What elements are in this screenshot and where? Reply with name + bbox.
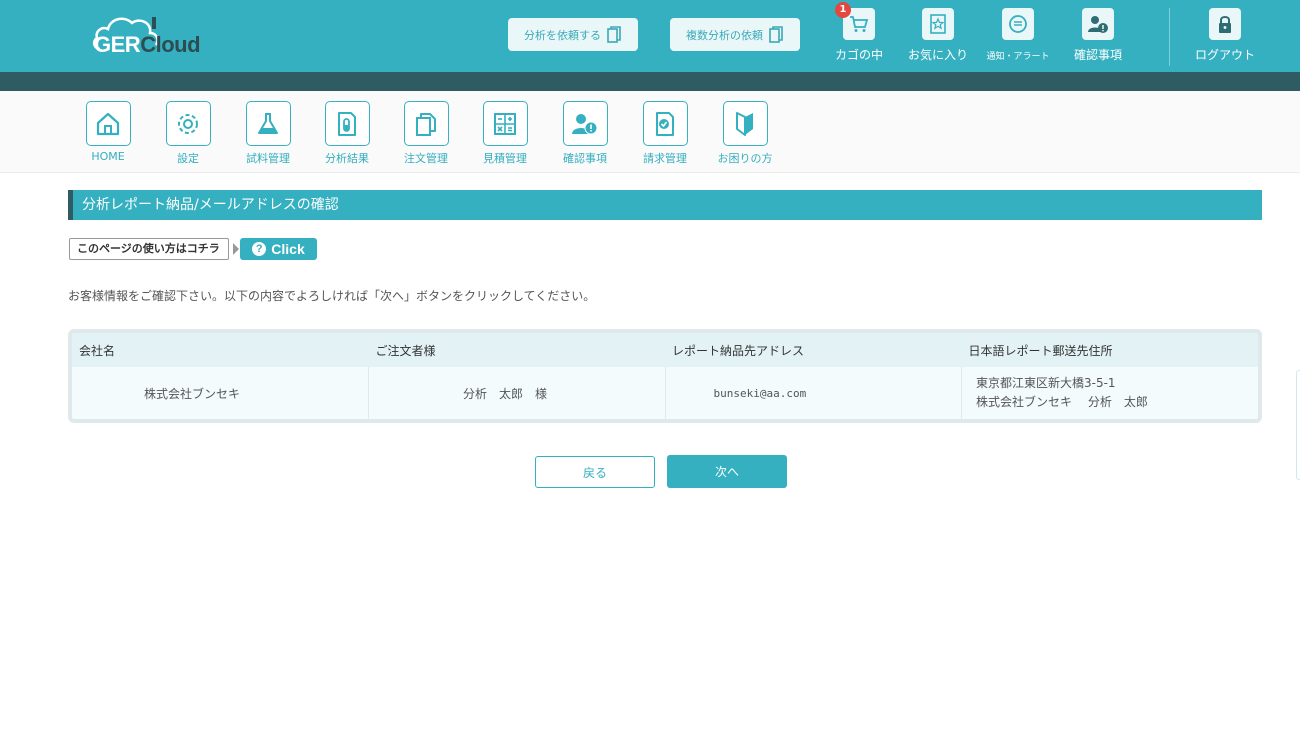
user-alert-icon	[1088, 16, 1108, 33]
notifications-label: 通知・アラート	[986, 52, 1050, 62]
header-favorites[interactable]: お気に入り	[898, 8, 978, 68]
cell-orderer: 分析 太郎 様	[368, 367, 666, 419]
cart-badge: 1	[835, 2, 851, 18]
nav-item-settings[interactable]: 設定	[148, 101, 228, 166]
side-edge-tab[interactable]	[1296, 370, 1300, 480]
nav-icon-box	[324, 101, 370, 146]
calculator-icon	[494, 112, 516, 135]
favorites-label: お気に入り	[907, 48, 968, 62]
cell-address: 東京都江東区新大橋3-5-1 株式会社ブンセキ 分析 太郎	[961, 367, 1258, 419]
cart-label: カゴの中	[834, 48, 883, 62]
nav-item-results[interactable]: 分析結果	[307, 101, 387, 166]
logout-tile	[1209, 8, 1241, 40]
nav-icon-box	[642, 101, 688, 146]
header-divider-band	[0, 72, 1300, 91]
flask-icon	[258, 112, 278, 134]
gercloud-logo[interactable]: GERCloud	[92, 11, 222, 61]
howto-click-button[interactable]: ? Click	[240, 238, 317, 260]
notifications-tile	[1002, 8, 1034, 40]
column-header-email: レポート納品先アドレス	[665, 333, 962, 367]
question-icon: ?	[252, 242, 267, 256]
nav-label: 分析結果	[325, 152, 369, 165]
nav-icon-box	[722, 101, 768, 146]
copy-icon	[769, 25, 783, 43]
nav-item-samples[interactable]: 試料管理	[228, 101, 308, 166]
request-analysis-button[interactable]: 分析を依頼する	[508, 18, 638, 51]
nav-item-confirmations[interactable]: 確認事項	[545, 101, 625, 166]
column-header-address: 日本語レポート郵送先住所	[961, 333, 1258, 367]
address-line-1: 東京都江東区新大橋3-5-1	[976, 376, 1116, 390]
nav-label: 請求管理	[643, 152, 687, 165]
documents-icon	[416, 112, 436, 136]
nav-icon-box	[482, 101, 528, 146]
howto-label: このページの使い方はコチラ	[69, 238, 229, 260]
nav-item-orders[interactable]: 注文管理	[386, 101, 466, 166]
favorites-tile	[922, 8, 954, 40]
cart-icon	[850, 16, 869, 32]
main-navigation: HOME 設定 試料管理 分析結果 注文管理 見積管理 確認事項 請求管理 お困…	[0, 91, 1300, 173]
request-analysis-label: 分析を依頼する	[524, 28, 601, 42]
customer-info-table: 会社名 ご注文者様 レポート納品先アドレス 日本語レポート郵送先住所 株式会社ブ…	[68, 329, 1262, 423]
back-button[interactable]: 戻る	[535, 456, 655, 488]
nav-label: お困りの方	[717, 152, 773, 165]
nav-icon-box	[245, 101, 291, 146]
howto-arrow	[233, 243, 239, 255]
header-confirmations[interactable]: 確認事項	[1058, 8, 1138, 68]
nav-item-billing[interactable]: 請求管理	[625, 101, 705, 166]
lock-icon	[1219, 16, 1231, 33]
cell-email: bunseki@aa.com	[665, 367, 962, 419]
page-title: 分析レポート納品/メールアドレスの確認	[68, 190, 1262, 220]
test-tube-document-icon	[338, 111, 356, 136]
nav-label: 見積管理	[483, 152, 527, 165]
instruction-text: お客様情報をご確認下さい。以下の内容でよろしければ「次へ」ボタンをクリックしてく…	[68, 289, 596, 303]
nav-icon-box	[562, 101, 608, 146]
logo-text: GERCloud	[94, 32, 201, 57]
nav-item-help[interactable]: お困りの方	[705, 101, 785, 166]
table-row: 株式会社ブンセキ 分析 太郎 様 bunseki@aa.com 東京都江東区新大…	[72, 367, 1258, 419]
check-document-icon	[656, 111, 674, 136]
header-logout[interactable]: ログアウト	[1185, 8, 1265, 68]
nav-label: HOME	[91, 150, 125, 163]
nav-icon-box	[403, 101, 449, 146]
logout-label: ログアウト	[1194, 48, 1255, 62]
home-icon	[96, 112, 120, 135]
chat-bubble-icon	[1009, 15, 1027, 33]
star-document-icon	[930, 14, 946, 34]
nav-item-quotes[interactable]: 見積管理	[465, 101, 545, 166]
nav-label: 注文管理	[404, 152, 448, 165]
nav-item-home[interactable]: HOME	[68, 101, 148, 163]
request-multiple-analysis-button[interactable]: 複数分析の依頼	[670, 18, 800, 51]
confirmations-label: 確認事項	[1073, 48, 1122, 62]
copy-icon	[607, 25, 621, 43]
nav-icon-box	[165, 101, 211, 146]
header-separator	[1169, 8, 1170, 66]
header-notifications[interactable]: 通知・アラート	[978, 8, 1058, 68]
confirmations-tile	[1082, 8, 1114, 40]
address-line-2: 株式会社ブンセキ 分析 太郎	[976, 395, 1148, 409]
column-header-company: 会社名	[72, 333, 369, 367]
next-button[interactable]: 次へ	[667, 455, 787, 488]
click-label: Click	[271, 241, 305, 257]
gear-icon	[178, 113, 198, 134]
nav-label: 設定	[177, 152, 199, 165]
request-multiple-label: 複数分析の依頼	[686, 28, 763, 42]
nav-label: 確認事項	[563, 152, 607, 165]
column-header-orderer: ご注文者様	[368, 333, 665, 367]
user-alert-icon	[572, 113, 598, 134]
nav-icon-box	[85, 101, 131, 146]
table-header-row: 会社名 ご注文者様 レポート納品先アドレス 日本語レポート郵送先住所	[72, 333, 1258, 367]
nav-label: 試料管理	[246, 152, 290, 165]
cart-tile: 1	[835, 2, 875, 40]
header-cart[interactable]: 1 カゴの中	[819, 2, 899, 68]
cell-company: 株式会社ブンセキ	[72, 367, 369, 419]
beginner-mark-icon	[736, 111, 753, 136]
